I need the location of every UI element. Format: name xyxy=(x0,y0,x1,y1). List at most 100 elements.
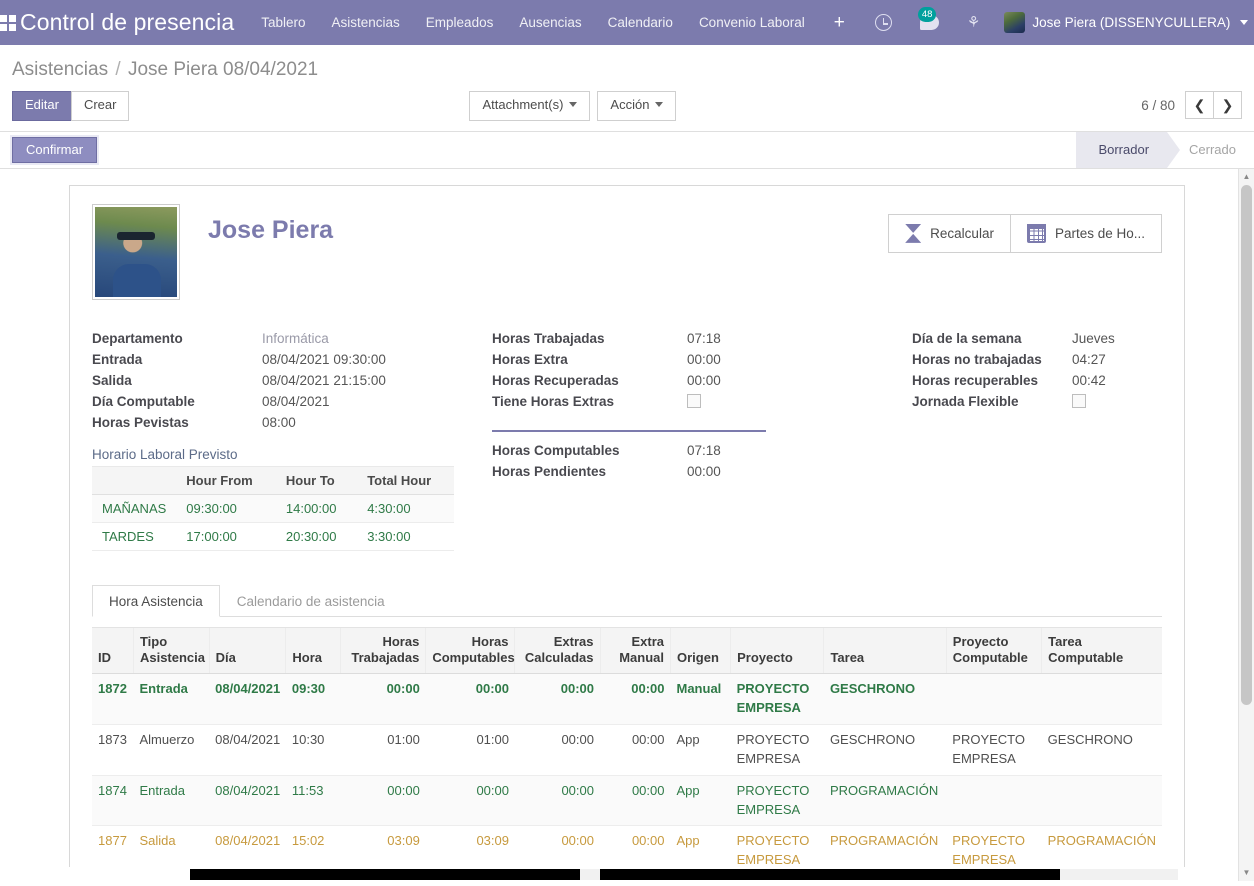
field-row-entrada: Entrada 08/04/2021 09:30:00 xyxy=(92,349,492,370)
scrollbar-thumb[interactable] xyxy=(190,869,580,880)
checkbox-jornada-flexible[interactable] xyxy=(1072,394,1086,408)
cell-horas-trabajadas: 00:00 xyxy=(341,775,426,826)
menu-item-ausencias[interactable]: Ausencias xyxy=(506,9,594,36)
grid-horizontal-scrollbar[interactable] xyxy=(0,867,1238,881)
app-brand-title: Control de presencia xyxy=(16,9,248,36)
cell-origen: App xyxy=(671,725,731,776)
cell-extras-calculadas: 00:00 xyxy=(515,674,600,725)
attendance-clock-button[interactable] xyxy=(861,14,906,31)
page-vertical-scrollbar[interactable]: ▲ ▼ xyxy=(1238,169,1254,881)
grid-col-origen[interactable]: Origen xyxy=(671,627,731,674)
cell-horas-trabajadas: 00:00 xyxy=(341,674,426,725)
cell-horas-computables: 00:00 xyxy=(426,775,515,826)
table-row[interactable]: 1873 Almuerzo 08/04/2021 10:30 01:00 01:… xyxy=(92,725,1162,776)
table-row[interactable]: 1874 Entrada 08/04/2021 11:53 00:00 00:0… xyxy=(92,775,1162,826)
chevron-right-icon: ❯ xyxy=(1222,97,1234,114)
cell-horas-computables: 01:00 xyxy=(426,725,515,776)
value-horas-pendientes: 00:00 xyxy=(687,461,912,482)
grid-col-tarea-computable[interactable]: Tarea Computable xyxy=(1042,627,1162,674)
field-row-dia-semana: Día de la semana Jueves xyxy=(912,328,1162,349)
cell-tipo: Entrada xyxy=(133,674,209,725)
user-menu[interactable]: Jose Piera (DISSENYCULLERA) xyxy=(994,12,1250,33)
cell-id: 1874 xyxy=(92,775,133,826)
field-row-horas-trabajadas: Horas Trabajadas 07:18 xyxy=(492,328,912,349)
checkbox-tiene-horas-extras[interactable] xyxy=(687,394,701,408)
label-horas-previstas: Horas Pevistas xyxy=(92,412,262,433)
status-stages: Borrador Cerrado xyxy=(1076,132,1254,168)
field-row-horas-extra: Horas Extra 00:00 xyxy=(492,349,912,370)
tab-hora-asistencia[interactable]: Hora Asistencia xyxy=(92,585,220,617)
partes-de-horas-button[interactable]: Partes de Ho... xyxy=(1010,215,1161,252)
table-row[interactable]: 1872 Entrada 08/04/2021 09:30 00:00 00:0… xyxy=(92,674,1162,725)
recalcular-button[interactable]: Recalcular xyxy=(889,215,1010,252)
messages-button[interactable]: 48 xyxy=(906,15,953,30)
attachments-dropdown[interactable]: Attachment(s) xyxy=(469,91,590,121)
value-departamento[interactable]: Informática xyxy=(262,328,492,349)
edit-button[interactable]: Editar xyxy=(12,91,72,121)
cell-proyecto-computable xyxy=(946,775,1041,826)
pager-next-button[interactable]: ❯ xyxy=(1213,91,1242,119)
breadcrumb-separator: / xyxy=(115,59,120,80)
pager-count: 6 / 80 xyxy=(1141,98,1175,113)
group-left: Departamento Informática Entrada 08/04/2… xyxy=(92,328,492,551)
group-middle: Horas Trabajadas 07:18 Horas Extra 00:00… xyxy=(492,328,912,551)
label-salida: Salida xyxy=(92,370,262,391)
control-panel-buttons-row: Editar Crear Attachment(s) Acción 6 / 80… xyxy=(12,91,1242,121)
grid-col-proyecto[interactable]: Proyecto xyxy=(731,627,824,674)
label-horas-trabajadas: Horas Trabajadas xyxy=(492,328,687,349)
scrollbar-thumb[interactable] xyxy=(1241,185,1252,705)
scrollbar-thumb-secondary[interactable] xyxy=(600,869,1060,880)
apps-menu-button[interactable] xyxy=(0,0,16,45)
cell-hora: 11:53 xyxy=(286,775,341,826)
menu-item-asistencias[interactable]: Asistencias xyxy=(319,9,413,36)
grid-col-extra-manual[interactable]: Extra Manual xyxy=(600,627,671,674)
grid-col-extras-calculadas[interactable]: Extras Calculadas xyxy=(515,627,600,674)
user-menu-label: Jose Piera (DISSENYCULLERA) xyxy=(1032,15,1230,30)
grid-col-horas-trabajadas[interactable]: Horas Trabajadas xyxy=(341,627,426,674)
status-stage-borrador[interactable]: Borrador xyxy=(1076,132,1167,168)
field-row-tiene-horas-extras: Tiene Horas Extras xyxy=(492,391,912,412)
horario-row-mananas[interactable]: MAÑANAS 09:30:00 14:00:00 4:30:00 xyxy=(92,494,454,522)
cell-tipo: Entrada xyxy=(133,775,209,826)
cell-origen: App xyxy=(671,775,731,826)
tab-calendario-de-asistencia[interactable]: Calendario de asistencia xyxy=(220,585,402,617)
notebook: Hora Asistencia Calendario de asistencia… xyxy=(92,585,1162,881)
value-horas-extra: 00:00 xyxy=(687,349,912,370)
scroll-down-arrow-icon[interactable]: ▼ xyxy=(1239,865,1254,881)
cell-extras-calculadas: 00:00 xyxy=(515,775,600,826)
breadcrumb-root[interactable]: Asistencias xyxy=(12,59,108,80)
menu-item-calendario[interactable]: Calendario xyxy=(595,9,686,36)
cell-extra-manual: 00:00 xyxy=(600,775,671,826)
grid-col-dia[interactable]: Día xyxy=(209,627,286,674)
menu-item-empleados[interactable]: Empleados xyxy=(413,9,507,36)
horario-title: Horario Laboral Previsto xyxy=(92,447,492,462)
record-stat-buttons: Recalcular Partes de Ho... xyxy=(888,214,1162,253)
horario-cell: 4:30:00 xyxy=(357,494,454,522)
grid-col-proyecto-computable[interactable]: Proyecto Computable xyxy=(946,627,1041,674)
horario-row-tardes[interactable]: TARDES 17:00:00 20:30:00 3:30:00 xyxy=(92,522,454,550)
pager-previous-button[interactable]: ❮ xyxy=(1185,91,1214,119)
horario-col-hour-from: Hour From xyxy=(176,466,276,494)
grid-col-hora[interactable]: Hora xyxy=(286,627,341,674)
grid-col-tipo-asistencia[interactable]: Tipo Asistencia xyxy=(133,627,209,674)
menu-item-tablero[interactable]: Tablero xyxy=(248,9,318,36)
status-stage-cerrado[interactable]: Cerrado xyxy=(1167,132,1254,168)
field-row-departamento: Departamento Informática xyxy=(92,328,492,349)
menu-item-convenio-laboral[interactable]: Convenio Laboral xyxy=(686,9,818,36)
debug-button[interactable]: ⚘ xyxy=(953,15,994,30)
confirm-button[interactable]: Confirmar xyxy=(12,137,97,163)
scroll-up-arrow-icon[interactable]: ▲ xyxy=(1239,169,1254,185)
grid-col-id[interactable]: ID xyxy=(92,627,133,674)
grid-apps-icon xyxy=(0,15,16,31)
field-row-salida: Salida 08/04/2021 21:15:00 xyxy=(92,370,492,391)
cell-horas-computables: 00:00 xyxy=(426,674,515,725)
cell-tarea-computable xyxy=(1042,674,1162,725)
action-dropdown[interactable]: Acción xyxy=(597,91,676,121)
cell-dia: 08/04/2021 xyxy=(209,725,286,776)
grid-col-horas-computables[interactable]: Horas Computables xyxy=(426,627,515,674)
create-button[interactable]: Crear xyxy=(71,91,130,121)
add-new-button[interactable]: + xyxy=(818,13,861,32)
value-dia-semana: Jueves xyxy=(1072,328,1162,349)
grid-col-tarea[interactable]: Tarea xyxy=(824,627,946,674)
group-right: Día de la semana Jueves Horas no trabaja… xyxy=(912,328,1162,551)
